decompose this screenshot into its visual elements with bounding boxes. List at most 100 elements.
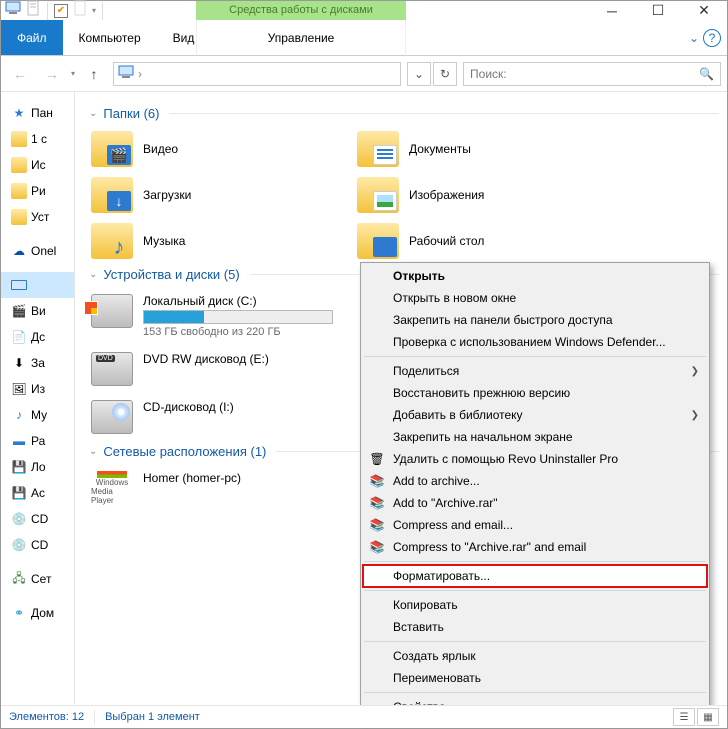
ctx-open-new[interactable]: Открыть в новом окне	[363, 287, 707, 309]
nav-music[interactable]: ♪Му	[1, 402, 74, 428]
pc-icon	[5, 0, 21, 21]
doc-icon[interactable]	[25, 0, 41, 21]
history-dropdown-icon[interactable]: ▾	[71, 69, 75, 78]
nav-cd2[interactable]: 💿CD	[1, 532, 74, 558]
ctx-comp-email[interactable]: 📚Compress and email...	[363, 514, 707, 536]
nav-label: Ис	[31, 158, 46, 172]
separator	[47, 2, 48, 20]
nav-ri[interactable]: Ри	[1, 178, 74, 204]
group-folders[interactable]: ⌄ Папки (6)	[89, 106, 719, 121]
folder-video[interactable]: Видео	[89, 129, 349, 169]
nav-label: За	[31, 356, 45, 370]
drive-cd[interactable]: CD-дисковод (I:)	[89, 396, 349, 438]
folder-icon	[357, 223, 399, 259]
nav-cd1[interactable]: 💿CD	[1, 506, 74, 532]
ctx-add-archive[interactable]: 📚Add to archive...	[363, 470, 707, 492]
ctx-restore[interactable]: Восстановить прежнюю версию	[363, 382, 707, 404]
drive-label: DVD RW дисковод (E:)	[143, 352, 269, 366]
nav-documents[interactable]: 📄Дс	[1, 324, 74, 350]
computer-tab[interactable]: Компьютер	[63, 20, 157, 55]
video-icon: 🎬	[11, 303, 27, 319]
folder-music[interactable]: Музыка	[89, 221, 349, 261]
nav-ust[interactable]: Уст	[1, 204, 74, 230]
pc-icon	[118, 64, 134, 83]
ctx-add-rar[interactable]: 📚Add to "Archive.rar"	[363, 492, 707, 514]
tiles-view-button[interactable]: ▦	[697, 708, 719, 726]
ctx-comp-rar-email[interactable]: 📚Compress to "Archive.rar" and email	[363, 536, 707, 558]
ctx-library[interactable]: Добавить в библиотеку❯	[363, 404, 707, 426]
cd-icon: 💿	[11, 537, 27, 553]
nav-videos[interactable]: 🎬Ви	[1, 298, 74, 324]
nav-1c[interactable]: 1 с	[1, 126, 74, 152]
ctx-shortcut[interactable]: Создать ярлык	[363, 645, 707, 667]
folder-pictures[interactable]: Изображения	[355, 175, 615, 215]
nav-network[interactable]: 🖧Сет	[1, 566, 74, 592]
ctx-copy[interactable]: Копировать	[363, 594, 707, 616]
file-tab[interactable]: Файл	[1, 20, 63, 55]
disk-icon: 💾	[11, 459, 27, 475]
properties-checkbox-icon[interactable]: ✔	[54, 4, 68, 18]
separator	[364, 356, 706, 357]
ctx-pin-quick[interactable]: Закрепить на панели быстрого доступа	[363, 309, 707, 331]
status-selected: Выбран 1 элемент	[105, 711, 200, 723]
details-view-button[interactable]: ☰	[673, 708, 695, 726]
download-icon: ⬇	[11, 355, 27, 371]
nav-up-button[interactable]: ↑	[81, 61, 107, 87]
address-bar: ← → ▾ ↑ › ⌄ ↻ Поиск: 🔍	[1, 56, 727, 92]
ctx-revo[interactable]: 🗑Удалить с помощью Revo Uninstaller Pro	[363, 448, 707, 470]
chevron-down-icon: ⌄	[89, 269, 97, 280]
nav-desktop[interactable]: ▬Ра	[1, 428, 74, 454]
nav-disk-c[interactable]: 💾 Ло	[1, 454, 74, 480]
winrar-icon: 📚	[369, 473, 385, 489]
nav-forward-button: →	[39, 61, 65, 87]
ctx-open[interactable]: Открыть	[363, 265, 707, 287]
nav-label: Ло	[31, 460, 46, 474]
minimize-button[interactable]: ─	[589, 0, 635, 25]
folder-desktop[interactable]: Рабочий стол	[355, 221, 615, 261]
nav-quick-access[interactable]: ★Пан	[1, 100, 74, 126]
drive-label: CD-дисковод (I:)	[143, 400, 234, 414]
maximize-button[interactable]: ☐	[635, 0, 681, 25]
disk-icon: 💾	[11, 485, 27, 501]
qat-dropdown-icon[interactable]: ▾	[92, 6, 96, 15]
ribbon-collapse-icon[interactable]: ⌄	[689, 31, 699, 45]
nav-this-pc[interactable]	[1, 272, 74, 298]
addr-dropdown-button[interactable]: ⌄	[407, 62, 431, 86]
search-input[interactable]: Поиск: 🔍	[463, 62, 721, 86]
breadcrumb-sep[interactable]: ›	[138, 67, 142, 81]
folder-documents[interactable]: Документы	[355, 129, 615, 169]
manage-tab[interactable]: Управление	[196, 20, 406, 56]
folder-label: Музыка	[143, 234, 185, 248]
cd-icon: 💿	[11, 511, 27, 527]
drive-dvd[interactable]: DVD RW дисковод (E:)	[89, 348, 349, 390]
refresh-button[interactable]: ↻	[433, 62, 457, 86]
context-menu: Открыть Открыть в новом окне Закрепить н…	[360, 262, 710, 721]
ctx-paste[interactable]: Вставить	[363, 616, 707, 638]
ctx-format[interactable]: Форматировать...	[363, 565, 707, 587]
revo-icon: 🗑	[369, 451, 385, 467]
network-homer[interactable]: WindowsMedia Player Homer (homer-pc)	[89, 467, 349, 509]
nav-downloads[interactable]: ⬇ За	[1, 350, 74, 376]
ctx-share[interactable]: Поделиться❯	[363, 360, 707, 382]
nav-homegroup[interactable]: ⚭Дом	[1, 600, 74, 626]
group-label: Папки (6)	[103, 106, 159, 121]
ctx-defender[interactable]: Проверка с использованием Windows Defend…	[363, 331, 707, 353]
folder-downloads[interactable]: Загрузки	[89, 175, 349, 215]
status-bar: Элементов: 12 Выбран 1 элемент ☰ ▦	[1, 705, 727, 728]
drive-c[interactable]: Локальный диск (C:) 153 ГБ свободно из 2…	[89, 290, 349, 342]
group-label: Устройства и диски (5)	[103, 267, 239, 282]
nav-onedrive[interactable]: ☁Onel	[1, 238, 74, 264]
nav-is[interactable]: Ис	[1, 152, 74, 178]
network-icon: 🖧	[11, 571, 27, 587]
nav-back-button[interactable]: ←	[7, 61, 33, 87]
ctx-pin-start[interactable]: Закрепить на начальном экране	[363, 426, 707, 448]
dvd-icon	[91, 352, 133, 386]
nav-pictures[interactable]: 🖼Из	[1, 376, 74, 402]
nav-ac[interactable]: 💾Ас	[1, 480, 74, 506]
doc-icon-2[interactable]	[72, 0, 88, 21]
ctx-rename[interactable]: Переименовать	[363, 667, 707, 689]
breadcrumb-bar[interactable]: ›	[113, 62, 401, 86]
cd-icon	[91, 400, 133, 434]
homegroup-icon: ⚭	[11, 605, 27, 621]
help-icon[interactable]: ?	[703, 29, 721, 47]
